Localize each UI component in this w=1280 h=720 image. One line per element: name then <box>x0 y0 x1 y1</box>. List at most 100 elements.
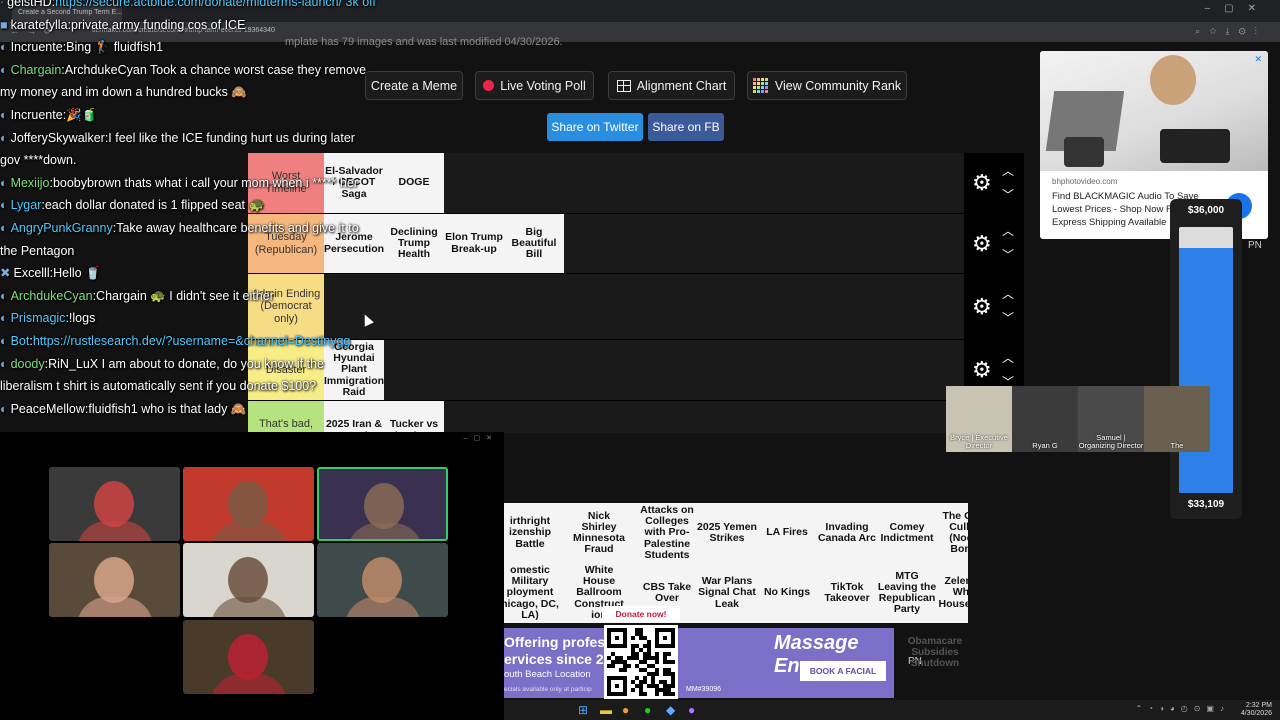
pool-item[interactable]: LA Fires <box>757 503 817 563</box>
chat-username[interactable]: Incruente <box>11 108 63 122</box>
chat-message: ◐ ArchdukeCyan:Chargain 🐢 I didn't see it… <box>0 286 274 306</box>
chrome-icon[interactable]: ● <box>622 703 629 717</box>
gear-icon[interactable]: ⚙ <box>972 170 992 196</box>
badge-icon: ◐ <box>0 288 8 303</box>
qr-module <box>659 680 663 684</box>
chat-username[interactable]: Prismagic <box>11 311 66 325</box>
pool-item[interactable]: Zelensky White House Visit <box>937 563 969 623</box>
pool-item[interactable]: Nick Shirley Minnesota Fraud <box>569 503 629 563</box>
qr-module <box>663 688 667 692</box>
share-fb-button[interactable]: Share on FB <box>648 113 724 141</box>
tier-controls: ⚙ ︿ ﹀ <box>964 214 1024 273</box>
ad-fineprint: ecials available only at particip <box>504 686 592 693</box>
pool-item[interactable]: irthright izenship Battle <box>504 503 560 563</box>
toolbar-icons[interactable]: ⌕☆⤓⚙⋮ <box>1195 26 1266 37</box>
app-icon[interactable]: ● <box>688 703 695 717</box>
pool-item[interactable]: TikTok Takeover <box>817 563 877 623</box>
gear-icon[interactable]: ⚙ <box>972 294 992 320</box>
qr-module <box>671 628 675 648</box>
badge-icon: ◐ <box>0 221 8 235</box>
video-tile[interactable] <box>317 467 448 541</box>
gear-icon[interactable]: ⚙ <box>972 357 992 383</box>
chevron-up-icon[interactable]: ︿ <box>1002 285 1014 302</box>
badge-icon: ◐ <box>0 130 8 145</box>
qr-module <box>655 656 659 660</box>
qr-module <box>623 676 627 696</box>
speaker-thumbnail[interactable]: The <box>1144 386 1210 452</box>
chat-text: private army funding cos of ICE <box>71 17 246 32</box>
spotify-icon[interactable]: ● <box>644 703 651 717</box>
view-community-rank-button[interactable]: View Community Rank <box>747 71 907 100</box>
qr-module <box>655 652 659 656</box>
video-tile[interactable] <box>49 543 180 617</box>
chat-username[interactable]: geistHD <box>7 0 51 9</box>
chat-username[interactable]: karatefylla <box>11 18 68 32</box>
qr-module <box>615 660 619 664</box>
speaker-thumbnail[interactable]: Ryan G <box>1012 386 1078 452</box>
video-tile[interactable] <box>183 620 314 694</box>
video-tile[interactable] <box>183 467 314 541</box>
alignment-chart-button[interactable]: Alignment Chart <box>608 71 735 100</box>
window-controls[interactable]: –▢✕ <box>464 434 498 442</box>
pool-item[interactable]: Invading Canada Arc <box>817 503 877 563</box>
windows-start-icon[interactable]: ⊞ <box>578 703 588 717</box>
window-controls[interactable]: –▢✕ <box>1205 3 1270 14</box>
video-tile[interactable] <box>317 543 448 617</box>
ad-image <box>1040 51 1268 171</box>
pool-item[interactable]: omestic Military ployment hicago, DC, LA… <box>504 563 560 623</box>
pool-item[interactable]: MTG Leaving the Republican Party <box>877 563 937 623</box>
book-facial-button[interactable]: BOOK A FACIAL <box>800 661 886 681</box>
chevron-down-icon[interactable]: ﹀ <box>1002 309 1014 326</box>
speaker-thumbnail[interactable]: Samuel | Organizing Director <box>1078 386 1144 452</box>
speaker-name: Ryan G <box>1032 440 1058 450</box>
qr-module <box>667 672 671 676</box>
ad-location: outh Beach Location <box>504 669 591 680</box>
ad-banner-bottom[interactable]: Offering profess ervices since 2 outh Be… <box>504 628 894 698</box>
chat-message: ■ karatefylla:private army funding cos of… <box>0 15 245 35</box>
chat-username[interactable]: Incruente <box>11 40 63 54</box>
chat-username[interactable]: Lygar <box>11 198 42 212</box>
qr-module <box>647 656 651 660</box>
qr-module <box>647 684 651 688</box>
pool-item[interactable]: War Plans Signal Chat Leak <box>697 563 757 623</box>
qr-module <box>663 672 667 676</box>
qr-module <box>643 656 647 660</box>
chat-username[interactable]: Chargain <box>11 63 62 77</box>
pool-item[interactable]: 2025 Yemen Strikes <box>697 503 757 563</box>
chat-username[interactable]: Excelll <box>13 266 49 280</box>
chat-username[interactable]: ArchdukeCyan <box>11 289 93 303</box>
ad-close-icon[interactable]: ✕ <box>1254 54 1262 65</box>
video-tile[interactable] <box>49 467 180 541</box>
steam-icon[interactable]: ◆ <box>666 703 675 717</box>
pool-item-obamacare[interactable]: Obamacare Subsidies Shutdown <box>905 636 965 669</box>
speaker-thumbnail[interactable]: Bryce | Executive Director <box>946 386 1012 452</box>
chat-username[interactable]: JofferySkywalker <box>11 131 105 145</box>
qr-module <box>639 680 643 684</box>
tier-item[interactable]: Big Beautiful Bill <box>504 214 564 273</box>
chat-username[interactable]: Bot <box>11 334 30 348</box>
file-explorer-icon[interactable]: ▬ <box>600 703 612 717</box>
chevron-down-icon[interactable]: ﹀ <box>1002 186 1014 203</box>
qr-module <box>631 636 635 640</box>
chevron-up-icon[interactable]: ︿ <box>1002 349 1014 366</box>
chevron-up-icon[interactable]: ︿ <box>1002 222 1014 239</box>
qr-module <box>635 664 639 668</box>
gear-icon[interactable]: ⚙ <box>972 231 992 257</box>
pool-item[interactable]: Attacks on Colleges with Pro-Palestine S… <box>637 503 697 563</box>
pool-item[interactable]: No Kings <box>757 563 817 623</box>
live-voting-poll-button[interactable]: Live Voting Poll <box>475 71 594 100</box>
chat-username[interactable]: PeaceMellow <box>11 402 85 416</box>
qr-module <box>671 692 675 696</box>
chat-username[interactable]: Mexiijo <box>11 176 50 190</box>
chat-username[interactable]: AngryPunkGranny <box>11 221 113 235</box>
pool-item[interactable]: The Great Culling (Noem, Bondi) <box>937 503 968 563</box>
pool-item[interactable]: Comey Indictment <box>877 503 937 563</box>
video-tile[interactable] <box>183 543 314 617</box>
chat-username[interactable]: doody <box>11 357 45 371</box>
share-twitter-button[interactable]: Share on Twitter <box>547 113 643 141</box>
item-pool: irthright izenship Battle Nick Shirley Mi… <box>504 503 968 623</box>
system-tray-icons[interactable]: ⌃◔◑◕◴⊙▣♪ <box>1136 704 1230 713</box>
chevron-up-icon[interactable]: ︿ <box>1002 162 1014 179</box>
chevron-down-icon[interactable]: ﹀ <box>1002 246 1014 263</box>
donate-now-label: Donate now! <box>602 606 680 622</box>
